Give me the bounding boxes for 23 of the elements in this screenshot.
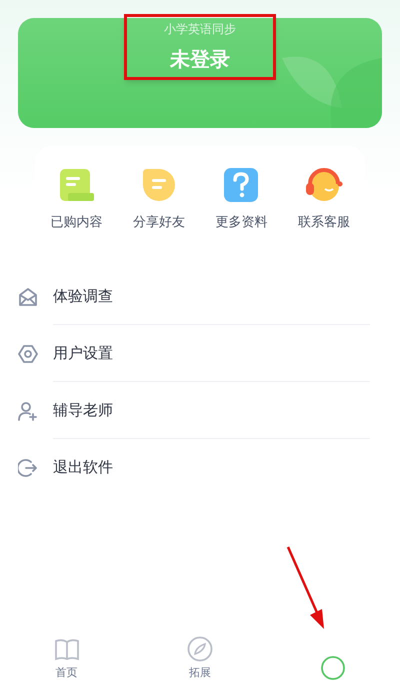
login-status: 未登录	[170, 46, 230, 73]
book-icon	[54, 638, 80, 662]
tab-item[interactable]: 拓展	[133, 630, 267, 681]
shortcut-label[interactable]: 分享好友	[132, 213, 185, 233]
shortcut-label[interactable]: 联系客服	[298, 213, 350, 233]
shortcut-label[interactable]: 更多资料	[215, 213, 268, 233]
chat-bubble-icon	[140, 167, 177, 204]
logout-icon	[18, 458, 38, 478]
menu-item[interactable]: 用户设置	[53, 325, 370, 382]
menu-item[interactable]: 退出软件	[53, 439, 370, 496]
circle-icon	[320, 655, 346, 681]
menu-item[interactable]: 体验调查	[53, 268, 370, 325]
settings-icon	[18, 344, 38, 364]
app-subtitle: 小学英语同步	[164, 21, 236, 38]
document-icon	[58, 167, 94, 204]
envelope-icon	[18, 286, 38, 306]
menu-item[interactable]: 辅导老师	[53, 382, 370, 439]
headset-icon	[304, 167, 343, 204]
compass-icon	[186, 636, 213, 662]
add-user-icon	[18, 400, 38, 420]
tab-item[interactable]: 首页	[0, 630, 134, 681]
question-icon	[223, 167, 260, 204]
shortcut-label[interactable]: 已购内容	[50, 213, 102, 233]
